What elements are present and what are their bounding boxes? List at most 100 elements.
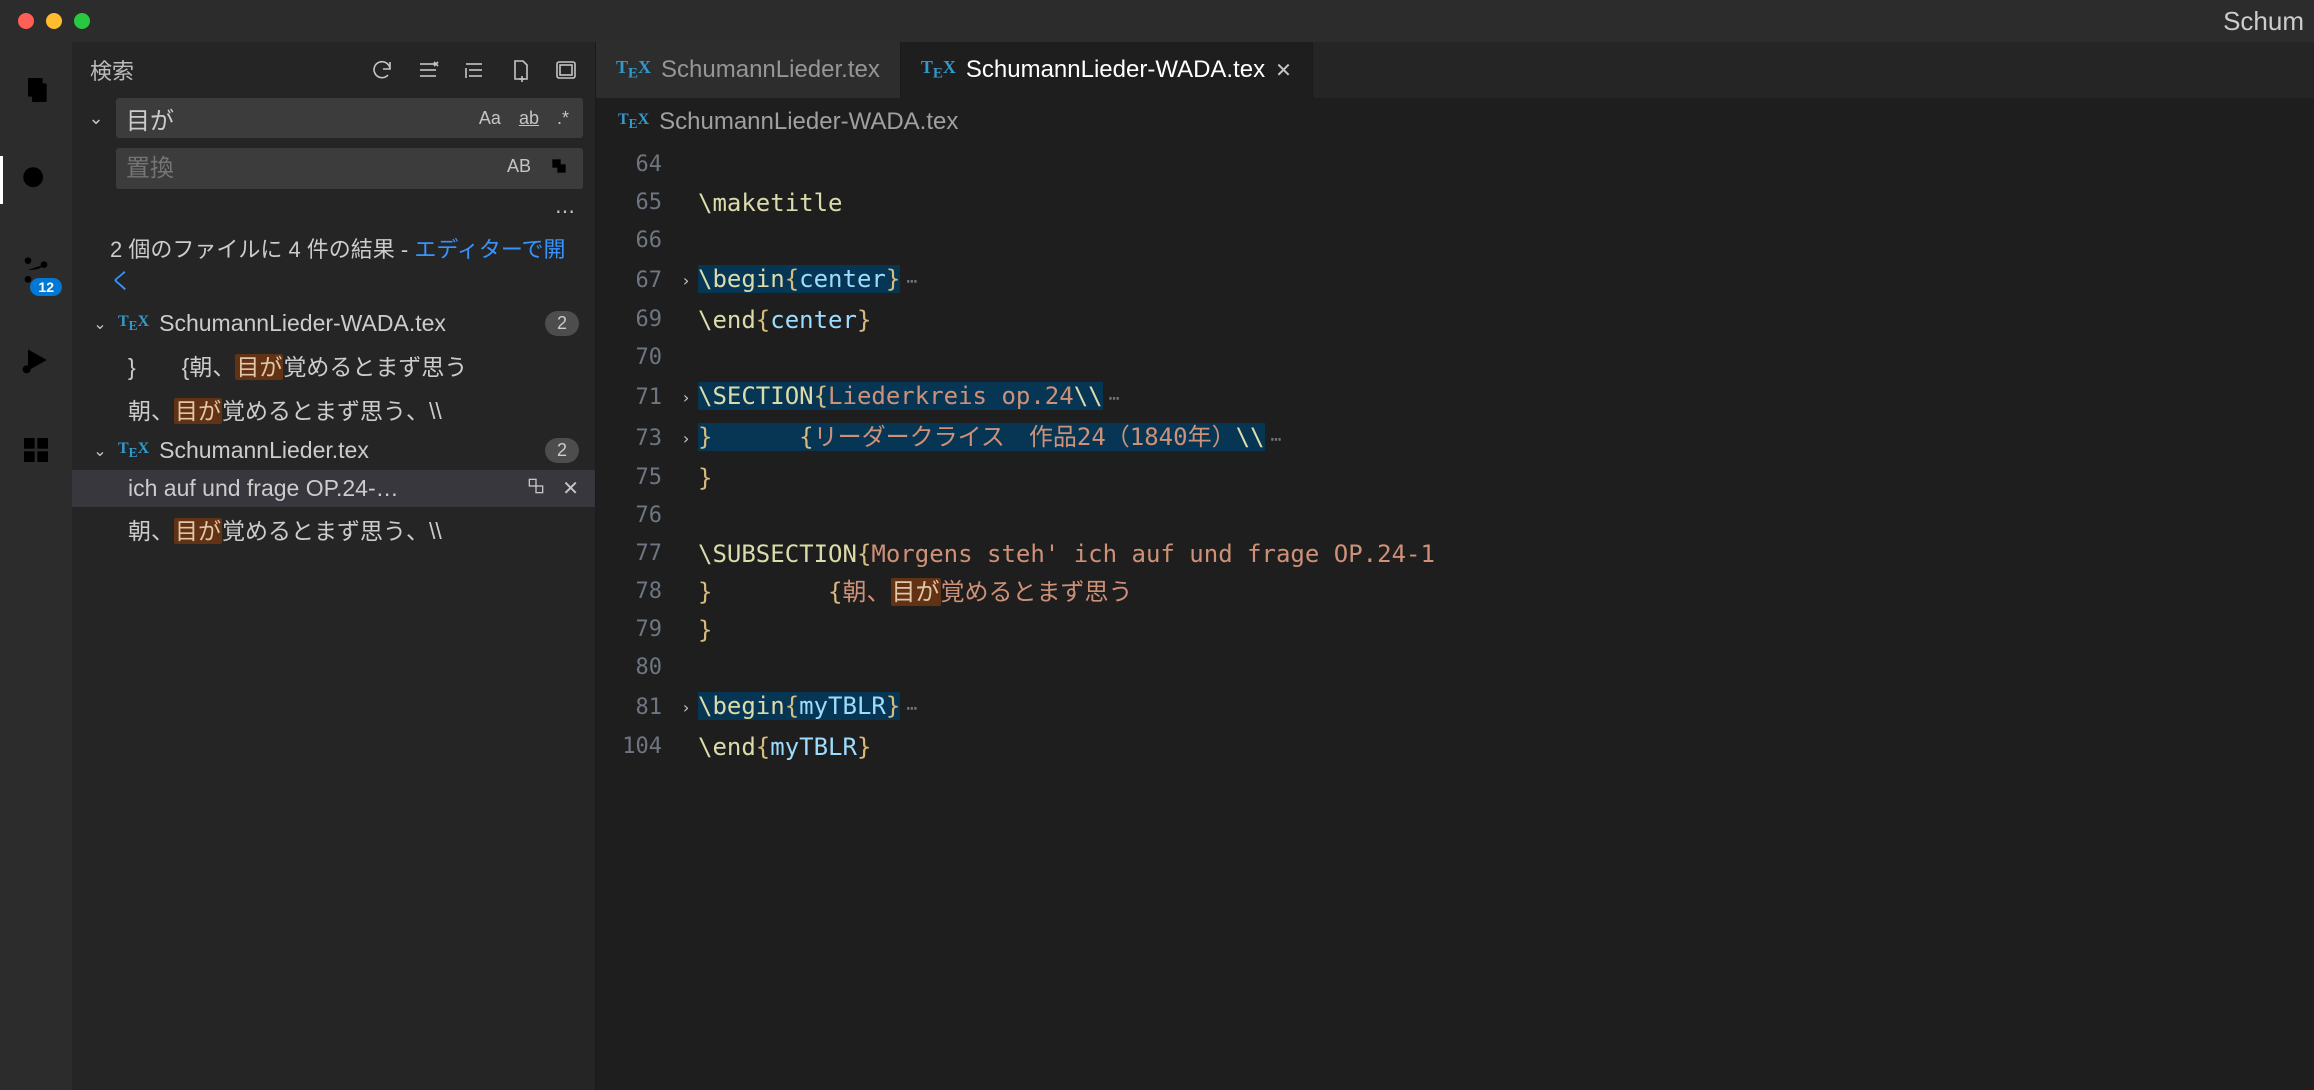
close-window-button[interactable] (18, 13, 34, 29)
replace-input[interactable] (126, 155, 493, 183)
tex-icon: TEX (118, 440, 149, 461)
scm-badge: 12 (30, 278, 62, 296)
line-number: 81 (596, 689, 674, 727)
search-icon (19, 163, 53, 197)
fold-toggle[interactable]: › (674, 420, 698, 458)
tex-icon: TEX (618, 111, 649, 132)
replace-all-button[interactable] (545, 154, 573, 183)
code-editor[interactable]: 6465 \maketitle 6667›\begin{center}⋯69\end… (596, 146, 2314, 786)
code-line[interactable]: 81›\begin{myTBLR}⋯ (596, 687, 2314, 728)
line-number: 76 (596, 497, 674, 535)
more-options-button[interactable]: ⋯ (72, 195, 595, 228)
code-line[interactable]: 104\end{myTBLR} (596, 728, 2314, 766)
code-line[interactable]: 66 (596, 222, 2314, 260)
line-number: 80 (596, 649, 674, 687)
window-title: Schum (2223, 6, 2304, 37)
refresh-button[interactable] (369, 57, 395, 83)
result-count-badge: 2 (545, 311, 579, 336)
debug-tab[interactable] (0, 330, 72, 390)
sidebar-actions (369, 57, 579, 83)
result-file-header[interactable]: ⌄ TEX SchumannLieder-WADA.tex 2 (72, 304, 595, 343)
open-editor-button[interactable] (553, 57, 579, 83)
code-text: } (698, 611, 712, 649)
tex-icon: TEX (118, 313, 149, 334)
chevron-down-icon: ⌄ (92, 441, 108, 461)
regex-toggle[interactable]: .* (553, 106, 573, 131)
code-line[interactable]: 64 (596, 146, 2314, 184)
sidebar-title: 検索 (90, 54, 134, 86)
editor-tabs: TEXSchumannLieder.texTEXSchumannLieder-W… (596, 42, 2314, 98)
result-file-name: SchumannLieder.tex (159, 437, 535, 464)
collapse-button[interactable] (461, 57, 487, 83)
tab-active[interactable]: TEX SchumannLieder-WADA.tex ✕ (901, 42, 1313, 98)
match-highlight: 目が (174, 518, 222, 544)
line-number: 65 (596, 184, 674, 222)
code-text: } {リーダークライス 作品24（1840年）\\⋯ (698, 418, 1281, 459)
chevron-down-icon: ⌄ (92, 314, 108, 334)
code-line[interactable]: 80 (596, 649, 2314, 687)
fold-toggle[interactable]: › (674, 379, 698, 417)
case-sensitive-toggle[interactable]: Aa (475, 106, 505, 131)
tex-icon: TEX (616, 57, 651, 83)
result-line[interactable]: } {朝、目が覚めるとまず思う (72, 343, 595, 387)
code-line[interactable]: 79} (596, 611, 2314, 649)
code-text: \SECTION{Liederkreis op.24\\⋯ (698, 377, 1119, 418)
replace-one-icon[interactable] (526, 476, 546, 501)
line-number: 69 (596, 301, 674, 339)
tex-icon: TEX (921, 57, 956, 83)
tab-label: SchumannLieder-WADA.tex (966, 56, 1265, 84)
new-file-button[interactable] (507, 57, 533, 83)
editor-area: TEXSchumannLieder.texTEXSchumannLieder-W… (596, 42, 2314, 1090)
code-line[interactable]: 70 (596, 339, 2314, 377)
titlebar: Schum (0, 0, 2314, 42)
maximize-window-button[interactable] (74, 13, 90, 29)
tab[interactable]: TEXSchumannLieder.tex (596, 42, 901, 98)
code-text: \begin{center}⋯ (698, 260, 917, 301)
result-line[interactable]: 朝、目が覚めるとまず思う、\\ (72, 507, 595, 551)
extensions-tab[interactable] (0, 420, 72, 480)
code-line[interactable]: 75} (596, 459, 2314, 497)
line-number: 66 (596, 222, 674, 260)
search-input[interactable] (126, 104, 465, 132)
code-text: } (698, 459, 712, 497)
whole-word-toggle[interactable]: ab (515, 106, 543, 131)
toggle-replace-button[interactable]: ⌄ (82, 108, 110, 129)
code-line[interactable]: 77 \SUBSECTION{Morgens steh' ich auf und … (596, 535, 2314, 573)
line-number: 73 (596, 420, 674, 458)
minimize-window-button[interactable] (46, 13, 62, 29)
match-highlight: 目が (235, 354, 283, 380)
search-tab[interactable] (0, 150, 72, 210)
fold-toggle[interactable]: › (674, 689, 698, 727)
fold-toggle[interactable]: › (674, 262, 698, 300)
line-number: 78 (596, 573, 674, 611)
activity-bar: 12 (0, 42, 72, 1090)
code-line[interactable]: 76 (596, 497, 2314, 535)
close-tab-icon[interactable]: ✕ (1275, 58, 1292, 83)
line-number: 64 (596, 146, 674, 184)
results-summary: 2 個のファイルに 4 件の結果 - エディターで開く (72, 228, 595, 304)
search-sidebar: 検索 ⌄ Aa ab .* (72, 42, 596, 1090)
line-number: 75 (596, 459, 674, 497)
result-file-name: SchumannLieder-WADA.tex (159, 310, 535, 337)
clear-button[interactable] (415, 57, 441, 83)
line-number: 77 (596, 535, 674, 573)
code-text: \maketitle (698, 184, 843, 222)
preserve-case-toggle[interactable]: AB (503, 154, 535, 183)
code-line[interactable]: 73›} {リーダークライス 作品24（1840年）\\⋯ (596, 418, 2314, 459)
code-line[interactable]: 65 \maketitle (596, 184, 2314, 222)
result-line[interactable]: ich auf und frage OP.24-…✕ (72, 470, 595, 507)
dismiss-result-icon[interactable]: ✕ (562, 476, 579, 501)
code-line[interactable]: 69\end{center} (596, 301, 2314, 339)
search-input-container: Aa ab .* (116, 98, 583, 138)
result-file-header[interactable]: ⌄TEXSchumannLieder.tex2 (72, 431, 595, 470)
code-line[interactable]: 78} {朝、目が覚めるとまず思う (596, 573, 2314, 611)
result-line[interactable]: 朝、目が覚めるとまず思う、\\ (72, 387, 595, 431)
scm-tab[interactable]: 12 (0, 240, 72, 300)
window-controls (18, 13, 90, 29)
explorer-tab[interactable] (0, 60, 72, 120)
match-highlight: 目が (891, 578, 941, 606)
code-text: \SUBSECTION{Morgens steh' ich auf und fr… (698, 535, 1435, 573)
code-line[interactable]: 71›\SECTION{Liederkreis op.24\\⋯ (596, 377, 2314, 418)
code-line[interactable]: 67›\begin{center}⋯ (596, 260, 2314, 301)
breadcrumbs[interactable]: TEX SchumannLieder-WADA.tex (596, 98, 2314, 146)
